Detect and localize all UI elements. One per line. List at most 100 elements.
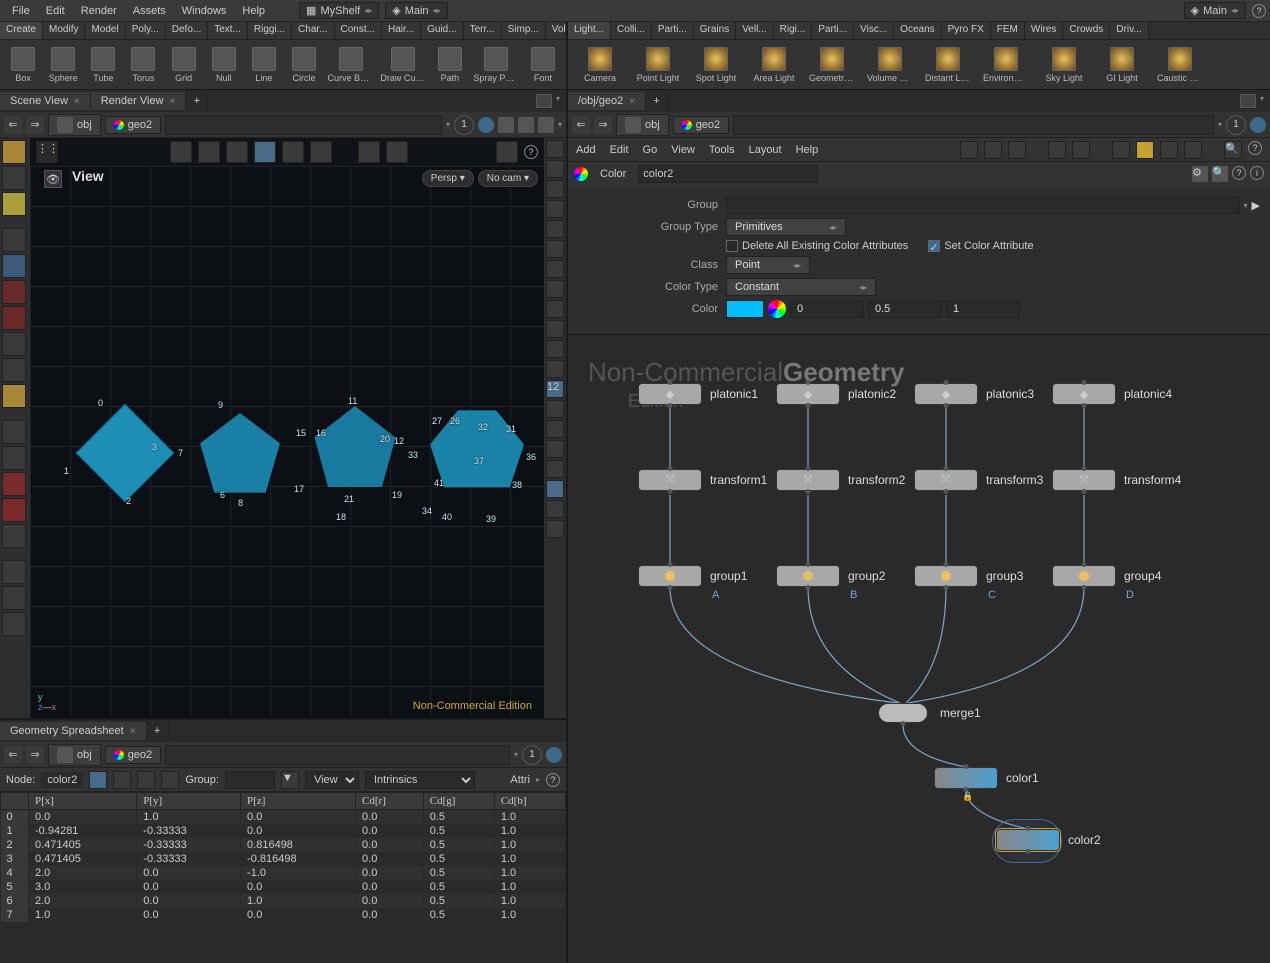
table-row[interactable]: 30.471405-0.33333-0.8164980.00.51.0: [1, 852, 566, 866]
net-tool-icon[interactable]: [1008, 141, 1026, 159]
pose-tool[interactable]: [2, 498, 26, 522]
net-tool-icon[interactable]: [1048, 141, 1066, 159]
net-tool-icon[interactable]: [984, 141, 1002, 159]
shelf-tab[interactable]: Vell...: [736, 22, 773, 39]
net-menu-add[interactable]: Add: [576, 144, 596, 156]
viewport-canvas[interactable]: ⋮⋮ ? View 👁 P: [30, 138, 544, 718]
link-icon[interactable]: [546, 747, 562, 763]
shelf-tab[interactable]: Driv...: [1110, 22, 1148, 39]
path-field[interactable]: [165, 115, 442, 135]
shelf-tool[interactable]: Draw Curve: [378, 47, 429, 83]
column-header[interactable]: P[y]: [137, 793, 241, 810]
display-opt[interactable]: [546, 440, 564, 458]
menu-render[interactable]: Render: [73, 3, 125, 19]
shelf-tool[interactable]: Torus: [124, 47, 162, 83]
misc-tool[interactable]: [2, 560, 26, 584]
table-row[interactable]: 53.00.00.00.00.51.0: [1, 880, 566, 894]
filter-icon[interactable]: ▼: [281, 771, 299, 789]
set-color-checkbox[interactable]: ✓: [928, 240, 940, 252]
shelf-tab[interactable]: Wires: [1025, 22, 1064, 39]
path-field[interactable]: [165, 745, 510, 765]
column-header[interactable]: [1, 793, 29, 810]
vp-options-icon[interactable]: ⋮⋮: [36, 141, 58, 163]
display-opt[interactable]: [546, 300, 564, 318]
shelf-tab[interactable]: Guid...: [421, 22, 463, 39]
shelf-tab[interactable]: Model: [85, 22, 125, 39]
node-group[interactable]: group2B: [776, 565, 885, 587]
node-platonic[interactable]: ◆platonic4: [1052, 383, 1172, 405]
view-dropdown[interactable]: View: [305, 771, 359, 789]
help-icon[interactable]: ?: [1248, 141, 1262, 155]
display-opt[interactable]: [546, 420, 564, 438]
vp-tool-icon[interactable]: [358, 141, 380, 163]
intrinsics-dropdown[interactable]: Intrinsics: [365, 771, 475, 789]
shelf-tool[interactable]: Grid: [165, 47, 203, 83]
vp-layout-icon[interactable]: [496, 141, 518, 163]
node-transform[interactable]: ⤧transform2: [776, 469, 905, 491]
table-row[interactable]: 62.00.01.00.00.51.0: [1, 894, 566, 908]
node-merge[interactable]: merge1: [878, 703, 981, 723]
snap-curve-tool[interactable]: [2, 358, 26, 382]
vp-tool-icon[interactable]: [198, 141, 220, 163]
node-group[interactable]: group4D: [1052, 565, 1161, 587]
path-segment[interactable]: geo2: [105, 746, 161, 764]
shelf-tab[interactable]: Pyro FX: [942, 22, 991, 39]
search-icon[interactable]: 🔍: [1224, 141, 1242, 159]
camera-dropdown[interactable]: No cam ▾: [478, 170, 538, 187]
shelf-tab[interactable]: Poly...: [126, 22, 166, 39]
shelf-tool[interactable]: Tube: [84, 47, 122, 83]
vp-tool-icon[interactable]: [386, 141, 408, 163]
shelf-tab[interactable]: Colli...: [611, 22, 652, 39]
add-pane-tab[interactable]: +: [646, 92, 668, 110]
node-group[interactable]: group3C: [914, 565, 1023, 587]
view-menu-icon[interactable]: ▾: [558, 120, 562, 129]
shelf-tool[interactable]: GI Light: [1094, 47, 1150, 83]
path-field[interactable]: [733, 115, 1214, 135]
desk-dropdown[interactable]: ◈ Main ◂▸: [385, 2, 447, 19]
column-header[interactable]: Cd[g]: [423, 793, 494, 810]
handle-tool[interactable]: [2, 524, 26, 548]
pin-badge[interactable]: 1: [522, 745, 542, 765]
link-icon[interactable]: [478, 117, 494, 133]
shelf-tool[interactable]: Spray Paint: [471, 47, 522, 83]
shelf-tool[interactable]: Point Light: [630, 47, 686, 83]
color-g-field[interactable]: [868, 300, 942, 318]
display-opt[interactable]: [546, 320, 564, 338]
shelf-tool[interactable]: Circle: [285, 47, 323, 83]
lock-tool[interactable]: [2, 254, 26, 278]
render-region-tool[interactable]: [2, 280, 26, 304]
table-row[interactable]: 20.471405-0.333330.8164980.00.51.0: [1, 838, 566, 852]
shelf-tool[interactable]: Caustic Light: [1152, 47, 1208, 83]
vp-tool-icon[interactable]: [282, 141, 304, 163]
display-opt[interactable]: [546, 480, 564, 498]
eye-icon[interactable]: 👁: [44, 170, 62, 188]
node-transform[interactable]: ⤧transform3: [914, 469, 1043, 491]
node-platonic[interactable]: ◆platonic3: [914, 383, 1034, 405]
node-transform[interactable]: ⤧transform4: [1052, 469, 1181, 491]
group-field[interactable]: [726, 196, 1240, 214]
path-segment[interactable]: obj: [48, 114, 101, 136]
shelf-tab[interactable]: Terr...: [464, 22, 502, 39]
reselect-icon[interactable]: ▶: [1252, 199, 1260, 212]
pane-maximize-icon[interactable]: [1240, 94, 1256, 108]
tab-render-view[interactable]: Render View×: [91, 92, 187, 110]
display-opt[interactable]: [546, 140, 564, 158]
column-header[interactable]: P[z]: [241, 793, 356, 810]
nav-back-icon[interactable]: ⇐: [4, 116, 22, 134]
shelf-dropdown[interactable]: ▦ MyShelf ◂▸: [299, 2, 379, 19]
pane-maximize-icon[interactable]: [536, 94, 552, 108]
spreadsheet-table[interactable]: P[x]P[y]P[z]Cd[r]Cd[g]Cd[b]00.01.00.00.0…: [0, 792, 566, 963]
color-b-field[interactable]: [946, 300, 1020, 318]
menu-assets[interactable]: Assets: [125, 3, 174, 19]
net-tool-icon[interactable]: [1072, 141, 1090, 159]
display-opt[interactable]: [546, 160, 564, 178]
shelf-tab[interactable]: FEM: [991, 22, 1025, 39]
close-icon[interactable]: ×: [629, 96, 635, 107]
color-type-dropdown[interactable]: Constant◂▸: [726, 278, 876, 296]
net-tool-icon[interactable]: [1112, 141, 1130, 159]
pane-menu-icon[interactable]: ▾: [1260, 94, 1264, 108]
tab-scene-view[interactable]: Scene View×: [0, 92, 91, 110]
shelf-tool[interactable]: Sphere: [44, 47, 82, 83]
shelf-tab[interactable]: Parti...: [652, 22, 694, 39]
net-menu-layout[interactable]: Layout: [749, 144, 782, 156]
